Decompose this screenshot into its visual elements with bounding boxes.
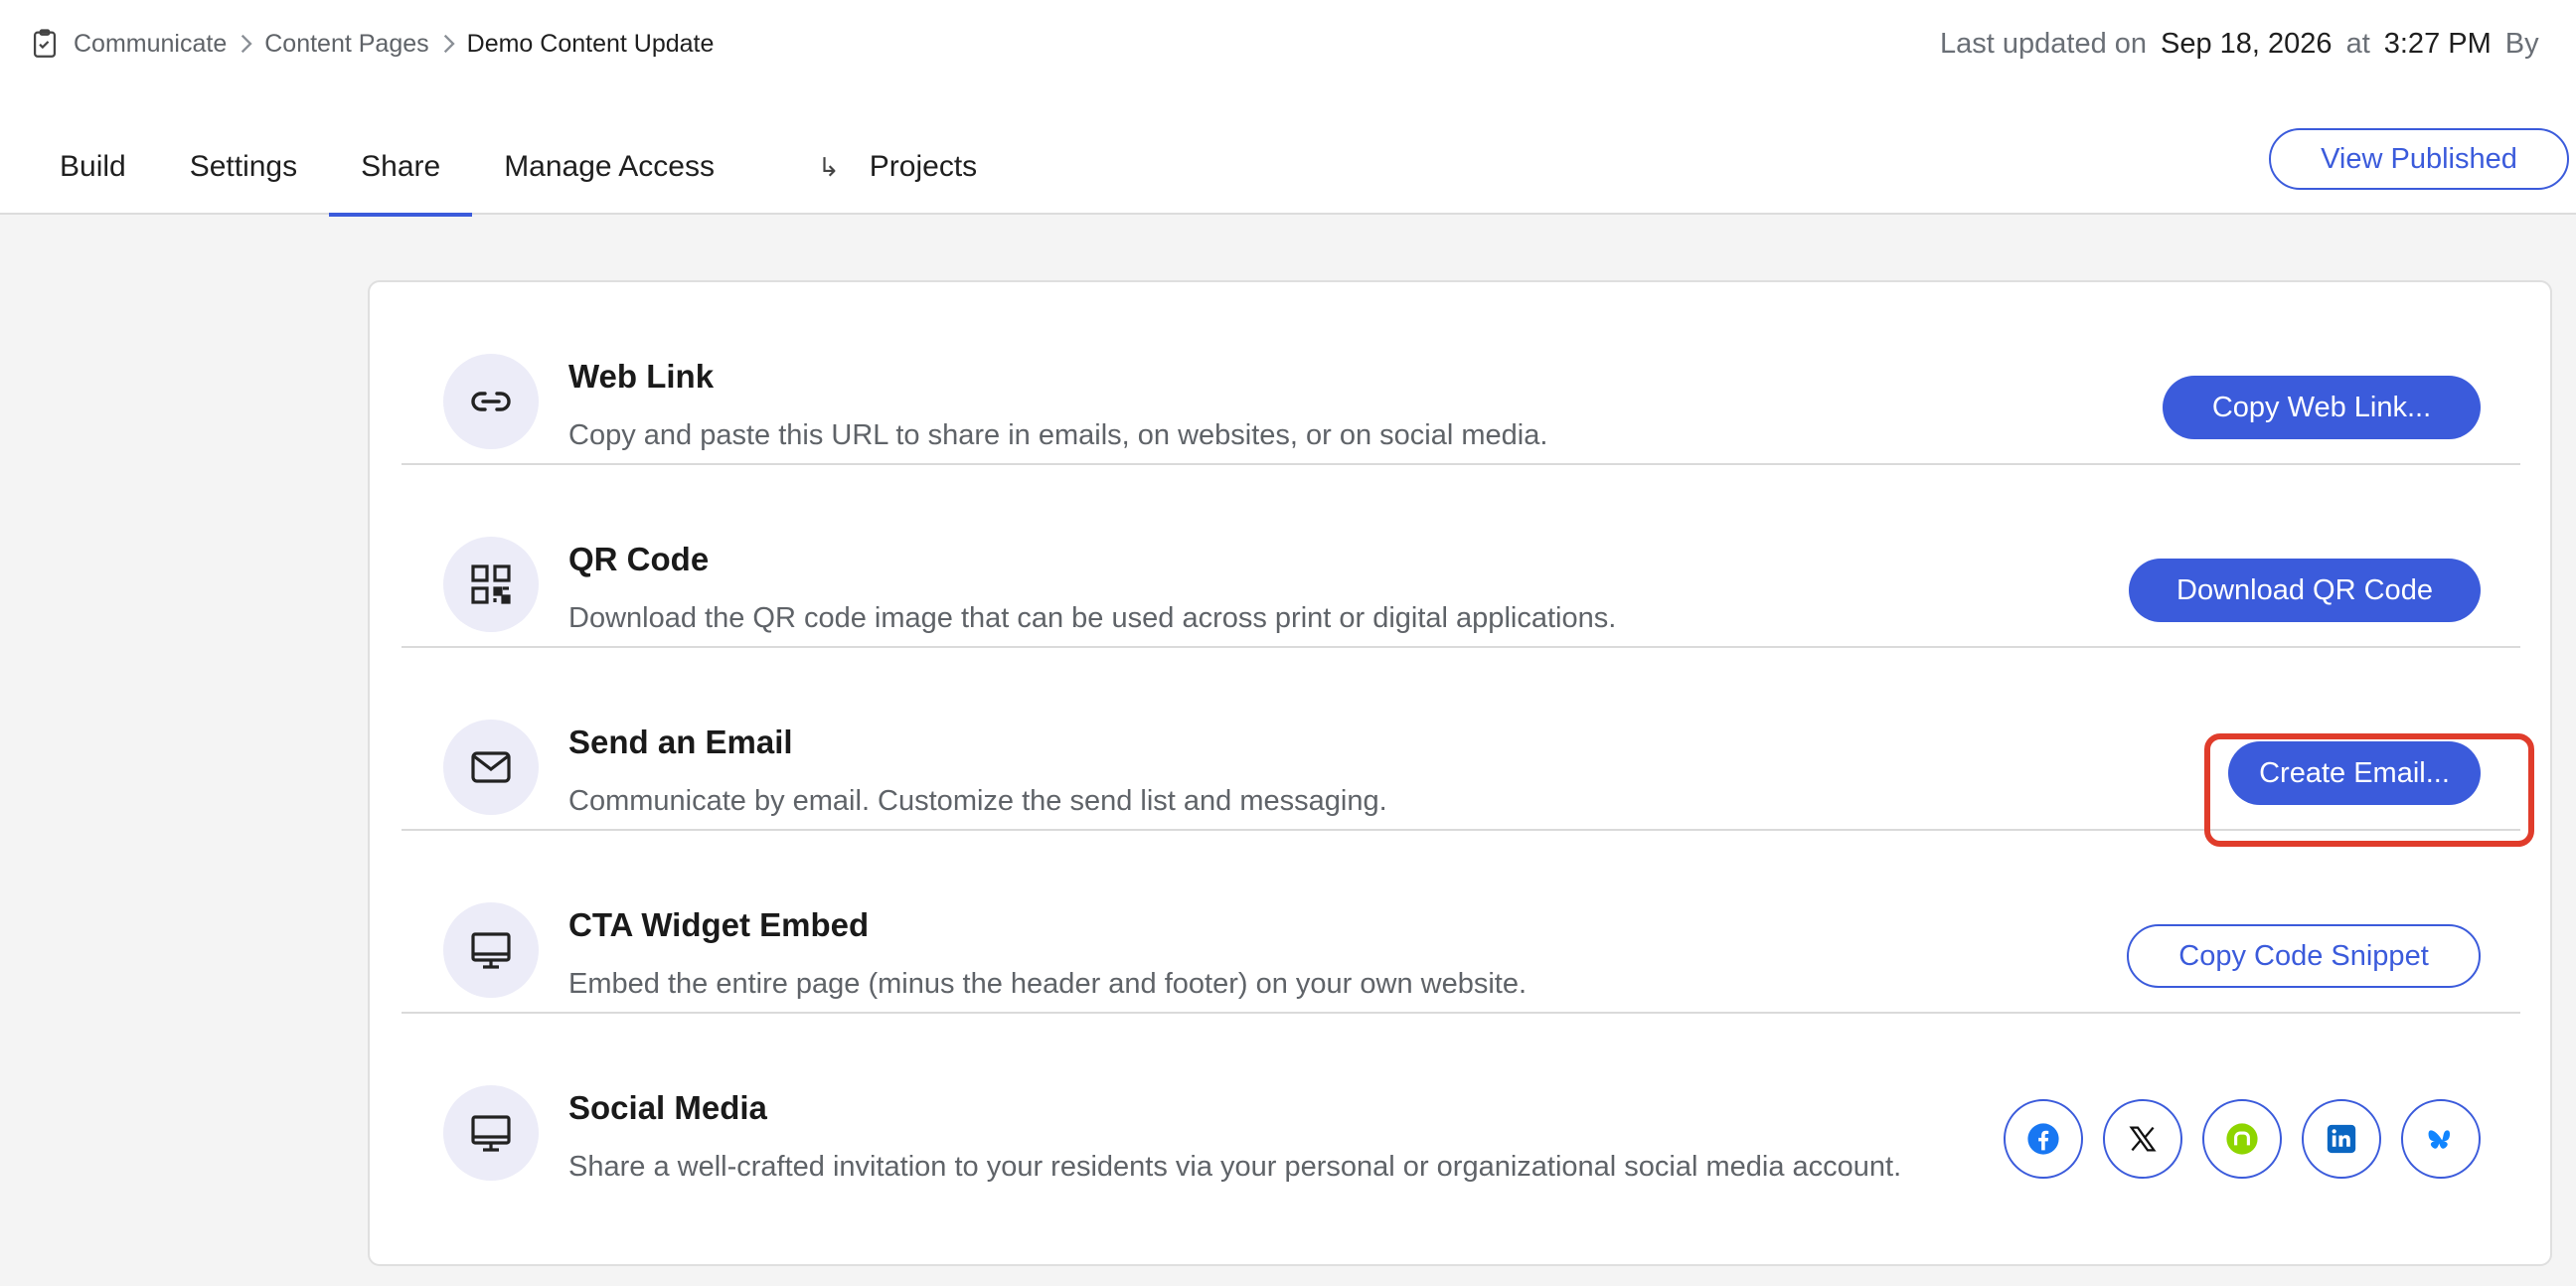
facebook-share-button[interactable] [2004, 1099, 2083, 1179]
last-updated-time: 3:27 PM [2383, 27, 2492, 60]
download-qr-code-button[interactable]: Download QR Code [2129, 559, 2481, 622]
tab-bar: Build Settings Share Manage Access ↳ Pro… [0, 119, 1009, 217]
breadcrumb-communicate[interactable]: Communicate [74, 30, 227, 59]
tab-projects[interactable]: ↳ Projects [746, 119, 1009, 215]
breadcrumb-content-pages[interactable]: Content Pages [264, 30, 428, 59]
tab-manage-access[interactable]: Manage Access [472, 119, 746, 215]
monitor-icon [443, 1085, 539, 1181]
x-share-button[interactable] [2103, 1099, 2182, 1179]
share-option-cta-widget: CTA Widget Embed Embed the entire page (… [402, 831, 2520, 1014]
last-updated-by: By [2504, 27, 2539, 60]
last-updated-at: at [2345, 27, 2370, 60]
monitor-icon [443, 902, 539, 998]
last-updated: Last updated on Sep 18, 2026 at 3:27 PM … [1940, 24, 2576, 64]
copy-web-link-button[interactable]: Copy Web Link... [2163, 376, 2481, 439]
facebook-icon [2027, 1123, 2059, 1155]
chevron-right-icon [239, 34, 252, 54]
tab-label: Projects [869, 150, 978, 183]
share-option-email: Send an Email Communicate by email. Cust… [402, 648, 2534, 847]
share-option-description: Communicate by email. Customize the send… [568, 785, 1387, 817]
top-bar: Communicate Content Pages Demo Content U… [0, 0, 2576, 217]
tab-label: Share [361, 150, 441, 183]
tab-build[interactable]: Build [0, 119, 158, 215]
tab-label: Build [60, 150, 126, 183]
share-option-social-media: Social Media Share a well-crafted invita… [402, 1014, 2520, 1197]
breadcrumb-current: Demo Content Update [466, 29, 715, 58]
create-email-button[interactable]: Create Email... [2228, 741, 2481, 805]
linkedin-share-button[interactable] [2302, 1099, 2381, 1179]
bluesky-share-button[interactable] [2401, 1099, 2481, 1179]
last-updated-prefix: Last updated on [1940, 27, 2148, 60]
nextdoor-icon [2226, 1123, 2258, 1155]
last-updated-date: Sep 18, 2026 [2161, 27, 2333, 60]
share-option-description: Embed the entire page (minus the header … [568, 968, 1528, 1000]
arrow-return-icon: ↳ [817, 151, 840, 182]
qr-code-icon [443, 537, 539, 632]
share-option-title: Send an Email [568, 723, 793, 760]
tab-settings[interactable]: Settings [158, 119, 329, 215]
nextdoor-share-button[interactable] [2202, 1099, 2282, 1179]
share-option-title: CTA Widget Embed [568, 906, 870, 943]
view-published-button[interactable]: View Published [2269, 128, 2569, 190]
envelope-icon [443, 720, 539, 815]
tab-label: Settings [189, 150, 298, 183]
bluesky-icon [2428, 1130, 2451, 1149]
share-option-title: QR Code [568, 541, 710, 577]
share-option-description: Copy and paste this URL to share in emai… [568, 419, 1548, 451]
chevron-right-icon [441, 34, 455, 54]
clipboard-icon [33, 29, 57, 58]
share-option-description: Share a well-crafted invitation to your … [568, 1151, 1902, 1183]
breadcrumb: Communicate Content Pages Demo Content U… [28, 24, 714, 64]
link-icon [443, 354, 539, 449]
tab-label: Manage Access [504, 150, 715, 183]
share-option-web-link: Web Link Copy and paste this URL to shar… [402, 282, 2520, 465]
tab-share[interactable]: Share [329, 119, 473, 217]
share-option-title: Social Media [568, 1089, 767, 1126]
share-option-qr-code: QR Code Download the QR code image that … [402, 465, 2520, 648]
share-option-title: Web Link [568, 358, 715, 395]
x-icon [2129, 1126, 2157, 1152]
copy-code-snippet-button[interactable]: Copy Code Snippet [2127, 924, 2481, 988]
share-options-card: Web Link Copy and paste this URL to shar… [368, 280, 2552, 1266]
linkedin-icon [2327, 1124, 2356, 1154]
share-option-description: Download the QR code image that can be u… [568, 602, 1617, 634]
